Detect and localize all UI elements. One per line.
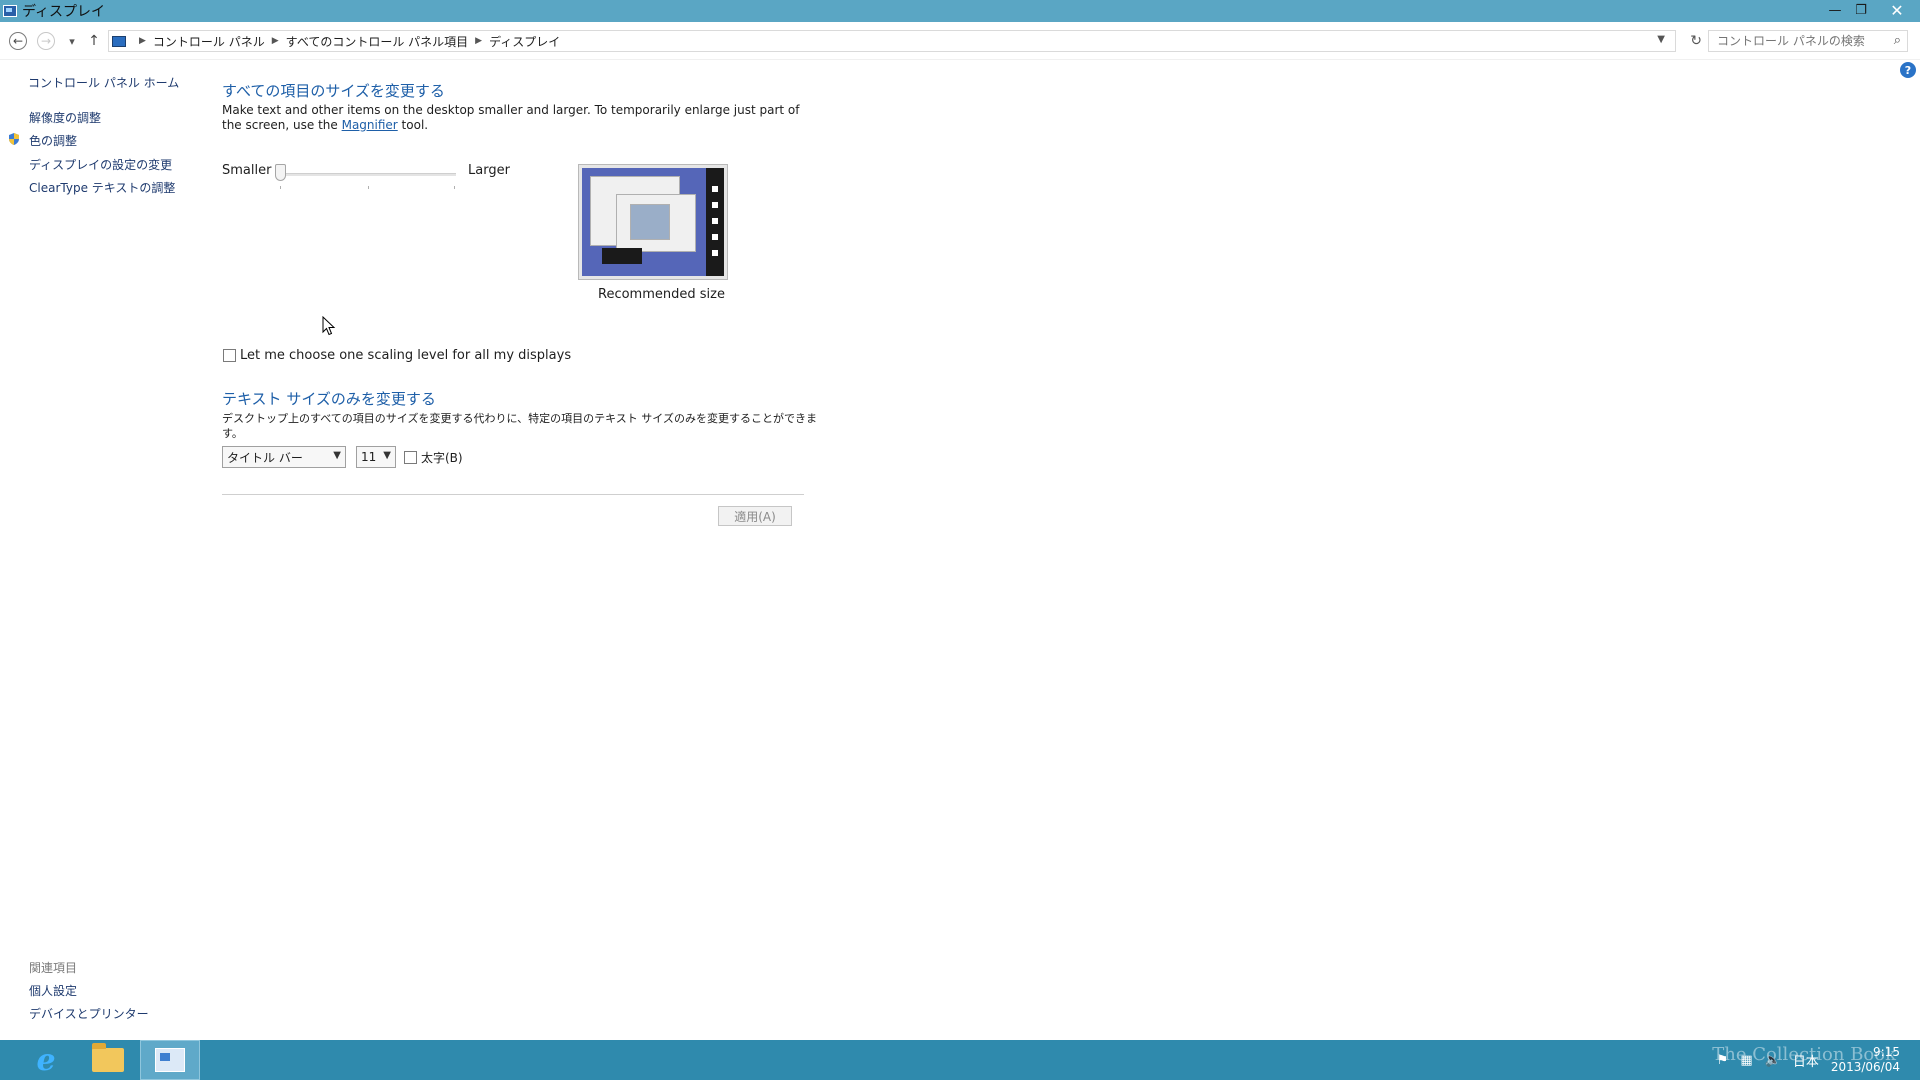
clock-date: 2013/06/04 bbox=[1830, 1060, 1900, 1074]
sidebar-link-cleartype[interactable]: ClearType テキストの調整 bbox=[29, 179, 175, 196]
section-title-text-size: テキスト サイズのみを変更する bbox=[222, 390, 436, 408]
breadcrumb-display[interactable]: ディスプレイ bbox=[489, 33, 560, 50]
item-select-value: タイトル バー bbox=[227, 450, 303, 465]
system-tray: ⚑ ▦ 🔈 日本 9:15 2013/06/04 bbox=[1717, 1040, 1920, 1080]
sidebar-link-display-settings[interactable]: ディスプレイの設定の変更 bbox=[29, 156, 172, 173]
close-button[interactable]: ✕ bbox=[1874, 0, 1920, 20]
forward-arrow-icon: → bbox=[37, 32, 55, 50]
window-title: ディスプレイ bbox=[22, 4, 106, 20]
taskbar-control-panel[interactable] bbox=[140, 1040, 200, 1080]
network-icon[interactable]: ▦ bbox=[1740, 1053, 1752, 1068]
folder-icon bbox=[92, 1043, 124, 1072]
breadcrumb-all-items[interactable]: すべてのコントロール パネル項目 bbox=[286, 33, 469, 50]
slider-tick bbox=[368, 186, 369, 189]
refresh-icon[interactable]: ↻ bbox=[1690, 33, 1702, 49]
preview-window-content bbox=[630, 204, 670, 240]
sidebar-link-color[interactable]: 色の調整 bbox=[29, 132, 77, 149]
taskbar-file-explorer[interactable] bbox=[78, 1040, 138, 1080]
section-title-scale: すべての項目のサイズを変更する bbox=[222, 82, 445, 100]
text-size-description: デスクトップ上のすべての項目のサイズを変更する代わりに、特定の項目のテキスト サ… bbox=[222, 412, 817, 440]
mouse-cursor-icon bbox=[322, 316, 336, 336]
search-icon[interactable]: ⌕ bbox=[1894, 33, 1901, 48]
control-panel-icon bbox=[155, 1048, 185, 1072]
preview-caption: Recommended size bbox=[598, 287, 725, 302]
slider-smaller-label: Smaller bbox=[222, 163, 272, 178]
chevron-right-icon: ▶ bbox=[139, 36, 146, 46]
forward-button[interactable]: → bbox=[36, 31, 56, 51]
bold-checkbox-row[interactable]: 太字(B) bbox=[404, 449, 463, 466]
address-bar[interactable]: ▶ コントロール パネル ▶ すべてのコントロール パネル項目 ▶ ディスプレイ… bbox=[108, 30, 1676, 52]
size-preview-image bbox=[578, 164, 728, 280]
chevron-down-icon: ▼ bbox=[383, 450, 391, 461]
up-button[interactable]: ↑ bbox=[84, 31, 104, 51]
slider-tick bbox=[454, 186, 455, 189]
minimize-button[interactable]: — bbox=[1822, 0, 1848, 20]
clock[interactable]: 9:15 2013/06/04 bbox=[1831, 1045, 1900, 1075]
description-text: Make text and other items on the desktop… bbox=[222, 103, 800, 132]
shield-icon bbox=[9, 133, 19, 145]
scaling-checkbox-row[interactable]: Let me choose one scaling level for all … bbox=[223, 348, 571, 363]
breadcrumb-control-panel[interactable]: コントロール パネル bbox=[153, 33, 265, 50]
sidebar-home-link[interactable]: コントロール パネル ホーム bbox=[28, 74, 179, 91]
internet-explorer-icon: e bbox=[36, 1042, 56, 1078]
scale-slider-track[interactable] bbox=[281, 173, 456, 176]
input-language[interactable]: 日本 bbox=[1793, 1051, 1819, 1070]
slider-tick bbox=[280, 186, 281, 189]
scaling-checkbox[interactable] bbox=[223, 349, 236, 362]
bold-checkbox[interactable] bbox=[404, 451, 417, 464]
bold-checkbox-label: 太字(B) bbox=[421, 451, 463, 465]
back-arrow-icon: ← bbox=[9, 32, 27, 50]
related-link-personalization[interactable]: 個人設定 bbox=[29, 982, 77, 999]
magnifier-link[interactable]: Magnifier bbox=[342, 118, 398, 132]
related-link-devices[interactable]: デバイスとプリンター bbox=[29, 1005, 149, 1022]
restore-button[interactable]: ❐ bbox=[1848, 0, 1874, 20]
chevron-right-icon: ▶ bbox=[475, 36, 483, 46]
sidebar: コントロール パネル ホーム 解像度の調整 色の調整 ディスプレイの設定の変更 … bbox=[0, 60, 200, 1040]
search-box[interactable]: ⌕ bbox=[1708, 30, 1908, 52]
preview-taskbar bbox=[602, 248, 642, 264]
chevron-down-icon: ▼ bbox=[333, 450, 341, 461]
preview-desktop bbox=[582, 168, 724, 276]
font-size-select[interactable]: 11 ▼ bbox=[356, 446, 396, 468]
help-icon[interactable]: ? bbox=[1900, 62, 1916, 78]
display-app-icon bbox=[3, 5, 17, 17]
title-bar: ディスプレイ — ❐ ✕ bbox=[0, 0, 1920, 22]
chevron-down-icon[interactable]: ▼ bbox=[1657, 34, 1665, 45]
related-heading: 関連項目 bbox=[29, 961, 78, 975]
font-size-select-value: 11 bbox=[361, 450, 377, 464]
back-button[interactable]: ← bbox=[8, 31, 28, 51]
clock-time: 9:15 bbox=[1873, 1045, 1900, 1059]
divider bbox=[222, 494, 804, 495]
scaling-checkbox-label: Let me choose one scaling level for all … bbox=[240, 348, 572, 363]
search-input[interactable] bbox=[1717, 34, 1877, 48]
window-controls: — ❐ ✕ bbox=[1822, 0, 1920, 22]
taskbar-internet-explorer[interactable]: e bbox=[16, 1040, 76, 1080]
item-select[interactable]: タイトル バー ▼ bbox=[222, 446, 346, 468]
preview-charm-bar bbox=[706, 168, 724, 276]
flag-icon[interactable]: ⚑ bbox=[1717, 1053, 1729, 1068]
sidebar-link-resolution[interactable]: 解像度の調整 bbox=[29, 109, 101, 126]
scale-description: Make text and other items on the desktop… bbox=[222, 103, 802, 133]
volume-icon[interactable]: 🔈 bbox=[1765, 1053, 1781, 1068]
slider-larger-label: Larger bbox=[468, 163, 510, 178]
description-text-end: tool. bbox=[397, 118, 429, 132]
control-panel-icon bbox=[112, 35, 126, 47]
chevron-right-icon: ▶ bbox=[271, 36, 279, 46]
recent-locations-button[interactable]: ▾ bbox=[62, 31, 82, 51]
apply-button[interactable]: 適用(A) bbox=[718, 506, 792, 526]
navigation-bar: ← → ▾ ↑ ▶ コントロール パネル ▶ すべてのコントロール パネル項目 … bbox=[0, 22, 1920, 60]
taskbar: e The Collection Book ⚑ ▦ 🔈 日本 9:15 2013… bbox=[0, 1040, 1920, 1080]
scale-slider-thumb[interactable] bbox=[275, 164, 286, 181]
